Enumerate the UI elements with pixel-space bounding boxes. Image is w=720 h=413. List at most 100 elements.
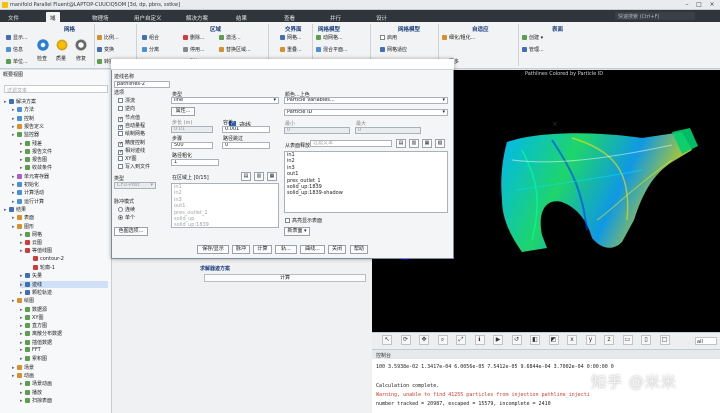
ribbon-quality-button[interactable]: 质量 [56, 55, 66, 62]
color-by-variable-select[interactable]: Particle ID [284, 109, 448, 116]
maximize-icon[interactable]: □ [694, 1, 704, 9]
tree-item[interactable]: ▸ 结果 [4, 206, 108, 213]
tree-item[interactable]: ▸ 表面 [12, 214, 108, 221]
option-checkbox[interactable]: 节点值 [118, 114, 140, 122]
tolerance-input[interactable]: 0.001 [222, 126, 270, 133]
ribbon-dynamic-mesh-button[interactable]: 动网格... [316, 34, 343, 41]
tree-item[interactable]: ▸ 收敛条件 [20, 164, 108, 171]
tree-item[interactable]: ▸ 播放 [20, 389, 108, 396]
check-icon[interactable] [36, 38, 50, 52]
pathline-name-input[interactable]: pathlines-2 [114, 81, 170, 88]
tree-item[interactable]: ▸ 报告图 [20, 156, 108, 163]
rotate-icon[interactable]: ⟳ [400, 335, 411, 345]
task-compute-button[interactable]: 计算 [204, 274, 366, 282]
close-icon[interactable]: × [707, 1, 717, 9]
tree-item[interactable]: ▸ 等值线图 [20, 247, 108, 254]
tree-item[interactable]: ▸ 颗粒轨迹 [20, 289, 108, 296]
option-checkbox[interactable]: 相对迹线 [118, 147, 145, 155]
style-select[interactable]: line [171, 97, 279, 104]
iso-icon[interactable]: ◩ [548, 335, 559, 345]
min-input[interactable]: 0 [284, 127, 350, 134]
pan-icon[interactable]: ✥ [419, 335, 429, 345]
list-item[interactable]: solid_up:1839-shadow [285, 190, 447, 196]
option-checkbox[interactable]: XY图 [118, 155, 136, 162]
highlight-surfaces-checkbox[interactable]: 高亮显示表面 [285, 217, 322, 224]
ribbon-overlap-button[interactable]: 重叠... [280, 46, 302, 53]
step-size-input[interactable]: 0.01 [171, 126, 213, 133]
minimize-icon[interactable]: – [682, 1, 692, 9]
release-surface-list[interactable]: in1 in2 in3 out1 pres_outlet_1 solid_up:1839 s… [284, 151, 448, 213]
tab-0[interactable]: 文件 [4, 12, 23, 22]
tab-5[interactable]: 结果 [232, 12, 251, 22]
dialog-button-5[interactable]: 关闭 [328, 245, 346, 254]
tree-item[interactable]: ▸ 运行计算 [12, 198, 108, 205]
ribbon-delete-button[interactable]: 删除... [183, 34, 205, 41]
ribbon-check-button[interactable]: 检查 [37, 55, 47, 62]
tree-item[interactable]: ▸ 场景动画 [20, 380, 108, 387]
surface-filter-icon[interactable]: ▧ [435, 139, 445, 148]
fit-icon[interactable]: ⤢ [456, 335, 466, 345]
tree-item[interactable]: ▸ XY图 [20, 314, 108, 321]
path-skip-input[interactable]: 0 [222, 142, 270, 149]
zone-invert-icon[interactable]: ▦ [267, 172, 277, 181]
option-checkbox[interactable]: 精度控制 [118, 139, 145, 147]
tree-item[interactable]: ▸ 监控器 [12, 131, 108, 138]
dialog-button-1[interactable]: 脉冲 [232, 245, 250, 254]
view-icon[interactable]: ◧ [530, 335, 540, 345]
dialog-button-3[interactable]: 轨... [275, 245, 297, 254]
y-axis-icon[interactable]: y [585, 335, 596, 345]
tab-2[interactable]: 物理场 [88, 12, 113, 22]
new-surface-button[interactable]: 新表面 ▾ [284, 227, 310, 236]
surface-select-all-icon[interactable]: ▤ [396, 139, 406, 148]
ribbon-info-button[interactable]: 信息 [6, 46, 23, 53]
ribbon-mixing-plane-button[interactable]: 混合平面... [316, 46, 348, 53]
colormap-options-button[interactable]: 色图选项... [114, 227, 148, 236]
dialog-button-6[interactable]: 帮助 [350, 245, 368, 254]
surface-invert-icon[interactable]: ▦ [422, 139, 432, 148]
tree-item[interactable]: ▸ 扫掠表面 [20, 397, 108, 404]
tree-item[interactable]: ▸ FFT [20, 347, 108, 353]
repair-icon[interactable] [74, 38, 88, 52]
path-coarsen-input[interactable]: 1 [171, 159, 219, 166]
x-axis-icon[interactable]: x [567, 335, 577, 345]
tree-item[interactable]: ▸ 离散分布数据 [20, 330, 108, 337]
ribbon-combine-button[interactable]: 组合 [142, 34, 159, 41]
tree-item[interactable]: ▸ 方法 [12, 106, 108, 113]
quality-icon[interactable] [55, 38, 69, 52]
tree-item[interactable]: ▸ 累积图 [20, 355, 108, 362]
checkbox-box[interactable] [118, 149, 123, 155]
ribbon-transform-button[interactable]: 变换 [97, 46, 114, 53]
ribbon-interface-mesh-button[interactable]: 网格... [280, 34, 302, 41]
quick-search-input[interactable]: 快速搜索 (Ctrl+F) [615, 12, 695, 20]
checkbox-box[interactable] [118, 164, 123, 170]
xy-icon[interactable]: □ [659, 335, 670, 345]
checkbox-box[interactable] [118, 106, 123, 112]
checkbox-box[interactable] [118, 141, 123, 147]
tree-item[interactable]: 轮廓-1 [28, 264, 108, 271]
tree-item[interactable]: ▸ 矢量 [20, 272, 108, 279]
tree-item[interactable]: ▸ 计算活动 [12, 189, 108, 196]
select-icon[interactable]: ↖ [382, 335, 392, 345]
color-by-category-select[interactable]: Particle Variables... [284, 97, 448, 104]
tree-item[interactable]: ▸ 插值数据 [20, 339, 108, 346]
tree-item[interactable]: ▸ 报告定义 [12, 123, 108, 130]
option-checkbox[interactable]: 逆向 [118, 105, 135, 112]
tree-item[interactable]: ▸ 云图 [20, 239, 108, 246]
zoom-icon[interactable]: ⌕ [437, 335, 448, 345]
type-select[interactable]: CFD-Post [114, 182, 156, 189]
ribbon-repair-button[interactable]: 修复 [76, 55, 86, 62]
option-checkbox[interactable]: 写入到文件 [118, 163, 150, 170]
checkbox-box[interactable] [118, 98, 123, 103]
tree-item[interactable]: ▸ 迹线 [20, 280, 108, 288]
tree-item[interactable]: ▸ 绘图 [12, 297, 108, 304]
tree-item[interactable]: ▸ 残差 [20, 140, 108, 147]
option-checkbox[interactable]: 绘制网格 [118, 130, 145, 137]
tree-item[interactable]: ▸ 单元寄存器 [12, 173, 108, 180]
checkbox-box[interactable] [118, 116, 123, 122]
tab-3[interactable]: 用户自定义 [130, 12, 166, 22]
steps-input[interactable]: 500 [171, 142, 213, 149]
tree-item[interactable]: ▸ 网格 [20, 231, 108, 238]
surface-deselect-icon[interactable]: ▥ [409, 139, 419, 148]
z-axis-icon[interactable]: z [604, 335, 614, 345]
ribbon-enable-checkbox[interactable]: 启用 [380, 34, 397, 41]
